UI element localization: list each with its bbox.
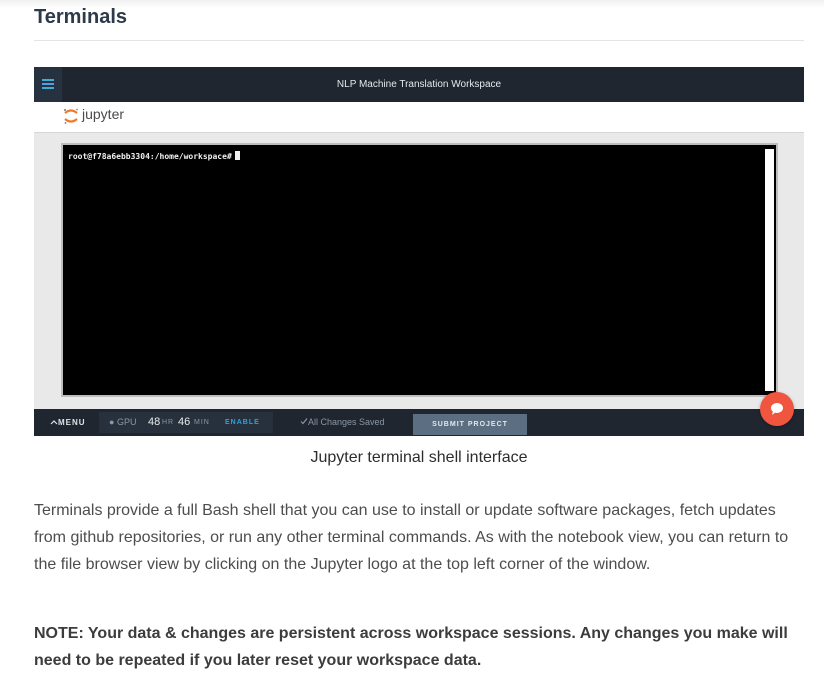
- gpu-hours: 48: [148, 416, 161, 428]
- gpu-time-panel: ● GPU 48 HR 46 MIN ENABLE: [99, 412, 273, 433]
- jupyter-header: jupyter: [34, 102, 804, 133]
- workspace-header: NLP Machine Translation Workspace: [34, 67, 804, 102]
- terminal-scrollbar[interactable]: [765, 149, 774, 391]
- title-divider: [34, 40, 804, 41]
- check-icon: [300, 418, 308, 425]
- workspace-footer: MENU ● GPU 48 HR 46 MIN ENABLE All Chang…: [34, 409, 804, 436]
- jupyter-logo[interactable]: [62, 107, 80, 125]
- menu-label: MENU: [58, 418, 86, 427]
- body-paragraph: Terminals provide a full Bash shell that…: [34, 502, 789, 573]
- submit-project-button[interactable]: SUBMIT PROJECT: [413, 414, 527, 435]
- page-title: Terminals: [34, 6, 127, 28]
- gpu-label: ● GPU: [109, 417, 137, 427]
- figure-caption: Jupyter terminal shell interface: [310, 449, 528, 466]
- gpu-hours-unit: HR: [162, 419, 175, 426]
- terminal-window[interactable]: root@f78a6ebb3304:/home/workspace#: [61, 143, 778, 397]
- save-status: All Changes Saved: [300, 409, 385, 436]
- jupyter-wordmark[interactable]: jupyter: [82, 106, 124, 122]
- terminal-prompt-line: root@f78a6ebb3304:/home/workspace#: [68, 151, 240, 161]
- gpu-minutes-unit: MIN: [194, 419, 210, 426]
- save-status-text: All Changes Saved: [308, 417, 385, 427]
- chat-button[interactable]: [760, 392, 794, 426]
- gpu-minutes: 46: [178, 416, 191, 428]
- chat-icon: [771, 403, 783, 415]
- gpu-enable-button[interactable]: ENABLE: [225, 412, 260, 433]
- note-paragraph: NOTE: Your data & changes are persistent…: [34, 625, 788, 669]
- terminal-prompt: root@f78a6ebb3304:/home/workspace#: [68, 152, 232, 161]
- workspace-screenshot: NLP Machine Translation Workspace jupyte…: [34, 67, 804, 436]
- chevron-up-icon: [50, 420, 58, 425]
- workspace-title: NLP Machine Translation Workspace: [336, 79, 502, 90]
- menu-button[interactable]: MENU: [50, 409, 86, 436]
- terminal-cursor: [234, 151, 240, 160]
